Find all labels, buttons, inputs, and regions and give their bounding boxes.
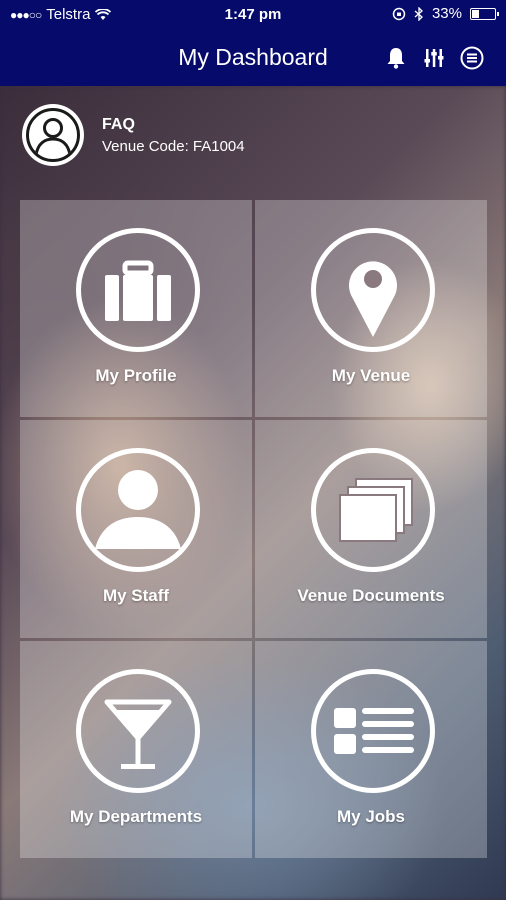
map-pin-icon bbox=[311, 228, 435, 352]
tile-label: My Venue bbox=[331, 366, 411, 385]
tile-label: My Staff bbox=[102, 586, 170, 605]
list-circle-icon[interactable] bbox=[460, 46, 484, 70]
bell-icon[interactable] bbox=[384, 46, 408, 70]
rotation-lock-icon bbox=[392, 7, 406, 20]
tile-my-profile[interactable]: My Profile bbox=[20, 200, 252, 417]
cocktail-glass-icon bbox=[76, 669, 200, 793]
user-text: FAQ Venue Code: FA1004 bbox=[102, 116, 245, 155]
header-actions bbox=[384, 46, 484, 70]
battery-fill bbox=[472, 9, 479, 18]
tile-my-venue[interactable]: My Venue bbox=[255, 200, 487, 417]
briefcase-icon bbox=[76, 228, 200, 352]
list-icon bbox=[311, 669, 435, 793]
status-bar: ●●●○○ Telstra 1:47 pm 33% bbox=[0, 0, 506, 30]
navigation-bar: My Dashboard bbox=[0, 30, 506, 86]
documents-icon bbox=[311, 448, 435, 572]
venue-code: Venue Code: FA1004 bbox=[102, 137, 245, 155]
status-right: 33% bbox=[392, 5, 499, 22]
tile-my-departments[interactable]: My Departments bbox=[20, 641, 252, 858]
bluetooth-icon bbox=[414, 6, 423, 21]
battery-icon bbox=[470, 7, 499, 20]
person-icon bbox=[76, 448, 200, 572]
tile-my-staff[interactable]: My Staff bbox=[20, 420, 252, 638]
tile-venue-documents[interactable]: Venue Documents bbox=[255, 420, 487, 638]
dashboard-grid: My Profile My Venue My Staff Venue Docum… bbox=[20, 200, 488, 858]
user-info: FAQ Venue Code: FA1004 bbox=[22, 104, 245, 166]
tile-label: My Departments bbox=[69, 807, 203, 826]
avatar[interactable] bbox=[22, 104, 84, 166]
tile-my-jobs[interactable]: My Jobs bbox=[255, 641, 487, 858]
tile-label: Venue Documents bbox=[297, 586, 445, 605]
sliders-icon[interactable] bbox=[422, 46, 446, 70]
battery-percent: 33% bbox=[431, 5, 462, 22]
tile-label: My Profile bbox=[95, 366, 177, 385]
tile-label: My Jobs bbox=[336, 807, 406, 826]
user-avatar-icon bbox=[26, 108, 80, 162]
user-name: FAQ bbox=[102, 115, 135, 133]
